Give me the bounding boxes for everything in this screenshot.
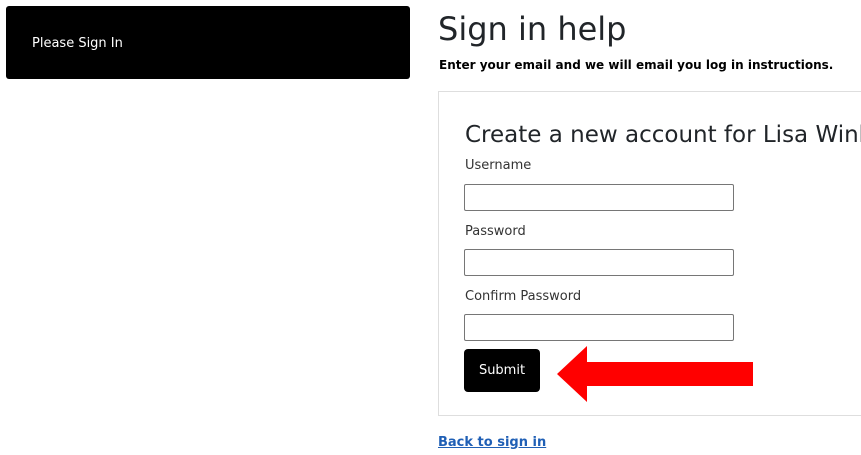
username-label: Username <box>465 158 532 173</box>
page-subtitle: Enter your email and we will email you l… <box>439 58 834 72</box>
confirm-password-label: Confirm Password <box>465 289 582 304</box>
sidebar-banner: Please Sign In <box>6 6 410 79</box>
sidebar-banner-text: Please Sign In <box>32 36 123 51</box>
sign-in-help-page: Please Sign In Sign in help Enter your e… <box>0 0 861 455</box>
back-to-sign-in-link[interactable]: Back to sign in <box>438 435 546 451</box>
username-input[interactable] <box>464 184 734 211</box>
page-title: Sign in help <box>438 10 627 48</box>
card-title: Create a new account for Lisa Wink <box>465 122 861 148</box>
password-input[interactable] <box>464 249 734 276</box>
confirm-password-input[interactable] <box>464 314 734 341</box>
red-arrow-left-icon <box>557 346 753 402</box>
password-label: Password <box>465 224 526 239</box>
submit-button[interactable]: Submit <box>464 349 540 392</box>
